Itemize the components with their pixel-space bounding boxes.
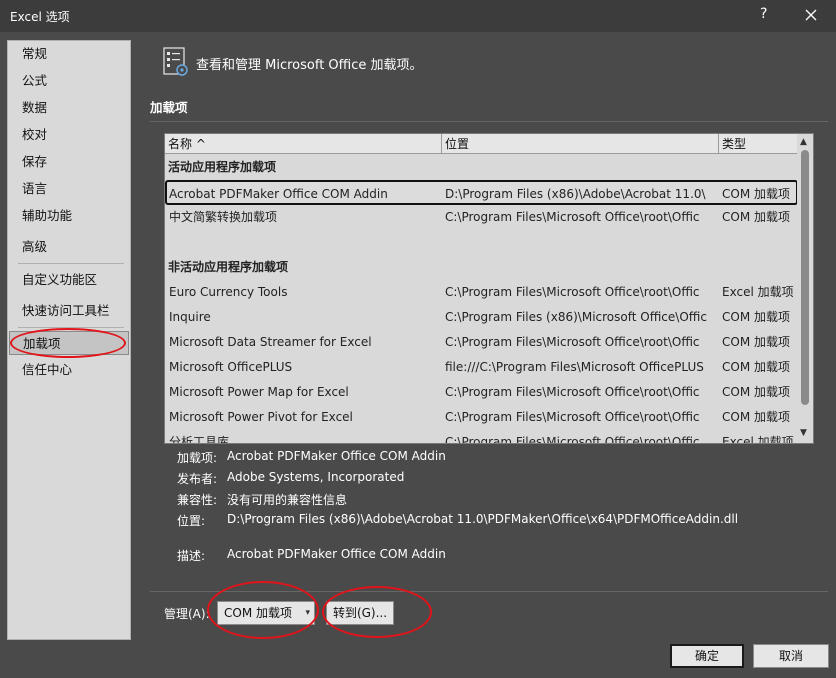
publisher-value: Adobe Systems, Incorporated — [227, 470, 405, 484]
sidebar-item-advanced[interactable]: 高级 — [9, 235, 129, 259]
addin-label: 加载项: — [177, 451, 218, 465]
page-description: 查看和管理 Microsoft Office 加载项。 — [196, 58, 423, 73]
row-name: Microsoft Data Streamer for Excel — [169, 335, 372, 349]
row-location: C:\Program Files (x86)\Microsoft Office\… — [445, 310, 707, 324]
ok-button[interactable]: 确定 — [670, 644, 744, 668]
scroll-down-icon[interactable]: ▼ — [800, 428, 807, 438]
manage-label: 管理(A): — [164, 607, 210, 621]
sidebar-item-accessibility[interactable]: 辅助功能 — [9, 204, 129, 228]
row-type: Excel 加载项 — [722, 285, 794, 299]
row-name: Microsoft Power Pivot for Excel — [169, 410, 353, 424]
group-header-inactive: 非活动应用程序加载项 — [165, 255, 798, 280]
row-location: C:\Program Files\Microsoft Office\root\O… — [445, 385, 700, 399]
sidebar-item-proofing[interactable]: 校对 — [9, 123, 129, 147]
sidebar-item-general[interactable]: 常规 — [9, 42, 129, 66]
location-value: D:\Program Files (x86)\Adobe\Acrobat 11.… — [227, 512, 739, 526]
scroll-up-icon[interactable]: ▲ — [800, 137, 807, 147]
table-row[interactable]: Microsoft OfficePLUS file:///C:\Program … — [165, 355, 798, 380]
column-header-location[interactable]: 位置 — [442, 134, 719, 154]
table-row[interactable]: Microsoft Data Streamer for Excel C:\Pro… — [165, 330, 798, 355]
table-row[interactable]: 中文简繁转换加载项 C:\Program Files\Microsoft Off… — [165, 205, 798, 230]
table-row[interactable]: 分析工具库 C:\Program Files\Microsoft Office\… — [165, 430, 798, 444]
row-name: Acrobat PDFMaker Office COM Addin — [169, 187, 388, 201]
table-row[interactable]: Inquire C:\Program Files (x86)\Microsoft… — [165, 305, 798, 330]
section-divider — [150, 121, 828, 122]
help-button[interactable]: ? — [760, 6, 767, 22]
manage-select-value: COM 加载项 — [224, 606, 292, 620]
bottom-divider — [150, 591, 828, 592]
go-button[interactable]: 转到(G)... — [326, 601, 394, 625]
chevron-down-icon: ▾ — [305, 608, 310, 618]
row-location: C:\Program Files\Microsoft Office\root\O… — [445, 335, 700, 349]
table-row[interactable]: Microsoft Power Pivot for Excel C:\Progr… — [165, 405, 798, 430]
description-label: 描述: — [177, 549, 206, 563]
compatibility-value: 没有可用的兼容性信息 — [227, 493, 348, 507]
manage-select[interactable]: COM 加载项 ▾ — [217, 601, 315, 625]
row-type: Excel 加载项 — [722, 435, 794, 444]
row-name: Microsoft Power Map for Excel — [169, 385, 349, 399]
sidebar-item-data[interactable]: 数据 — [9, 96, 129, 120]
publisher-label: 发布者: — [177, 472, 218, 486]
table-scrollbar[interactable]: ▲ ▼ — [797, 134, 813, 443]
row-location: D:\Program Files (x86)\Adobe\Acrobat 11.… — [445, 187, 706, 201]
sidebar-item-trust-center[interactable]: 信任中心 — [9, 358, 129, 382]
sidebar-item-save[interactable]: 保存 — [9, 150, 129, 174]
addins-manage-icon — [162, 46, 192, 78]
addin-value: Acrobat PDFMaker Office COM Addin — [227, 449, 446, 463]
options-sidebar: 常规 公式 数据 校对 保存 语言 辅助功能 高级 自定义功能区 快速访问工具栏… — [7, 40, 131, 640]
sidebar-item-addins[interactable]: 加载项 — [9, 331, 129, 355]
table-row[interactable]: Microsoft Power Map for Excel C:\Program… — [165, 380, 798, 405]
row-name: 中文简繁转换加载项 — [169, 210, 278, 224]
row-type: COM 加载项 — [722, 210, 790, 224]
column-header-type[interactable]: 类型 — [719, 134, 798, 154]
description-value: Acrobat PDFMaker Office COM Addin — [227, 547, 446, 561]
row-type: COM 加载项 — [722, 187, 790, 201]
group-title: 活动应用程序加载项 — [168, 160, 277, 174]
addins-table[interactable]: 名称 ^ 位置 类型 活动应用程序加载项 Acrobat PDFMaker Of… — [164, 133, 814, 444]
section-title: 加载项 — [150, 100, 188, 115]
table-row[interactable]: Acrobat PDFMaker Office COM Addin D:\Pro… — [165, 180, 798, 205]
row-location: C:\Program Files\Microsoft Office\root\O… — [445, 210, 700, 224]
row-name: Microsoft OfficePLUS — [169, 360, 293, 374]
close-icon[interactable] — [800, 4, 822, 26]
sidebar-divider — [18, 263, 124, 264]
row-name: Euro Currency Tools — [169, 285, 288, 299]
sidebar-item-quick-access-toolbar[interactable]: 快速访问工具栏 — [9, 299, 129, 323]
sidebar-item-formulas[interactable]: 公式 — [9, 69, 129, 93]
sidebar-item-customize-ribbon[interactable]: 自定义功能区 — [9, 268, 129, 292]
row-location: C:\Program Files\Microsoft Office\root\O… — [445, 435, 700, 444]
row-type: COM 加载项 — [722, 385, 790, 399]
table-row[interactable]: Euro Currency Tools C:\Program Files\Mic… — [165, 280, 798, 305]
row-name: 分析工具库 — [169, 435, 230, 444]
row-type: COM 加载项 — [722, 335, 790, 349]
row-location: file:///C:\Program Files\Microsoft Offic… — [445, 360, 704, 374]
cancel-button[interactable]: 取消 — [753, 644, 829, 668]
title-bar: Excel 选项 ? — [0, 0, 836, 32]
row-location: C:\Program Files\Microsoft Office\root\O… — [445, 285, 700, 299]
sidebar-item-language[interactable]: 语言 — [9, 177, 129, 201]
column-header-name[interactable]: 名称 ^ — [165, 134, 442, 154]
sidebar-divider — [18, 327, 124, 328]
scroll-thumb[interactable] — [801, 150, 809, 405]
row-location: C:\Program Files\Microsoft Office\root\O… — [445, 410, 700, 424]
compatibility-label: 兼容性: — [177, 493, 218, 507]
table-header: 名称 ^ 位置 类型 — [165, 134, 798, 154]
row-type: COM 加载项 — [722, 410, 790, 424]
row-name: Inquire — [169, 310, 211, 324]
row-type: COM 加载项 — [722, 360, 790, 374]
group-title: 非活动应用程序加载项 — [168, 260, 289, 274]
location-label: 位置: — [177, 514, 206, 528]
group-header-active: 活动应用程序加载项 — [165, 155, 798, 180]
row-type: COM 加载项 — [722, 310, 790, 324]
window-title: Excel 选项 — [10, 10, 70, 24]
